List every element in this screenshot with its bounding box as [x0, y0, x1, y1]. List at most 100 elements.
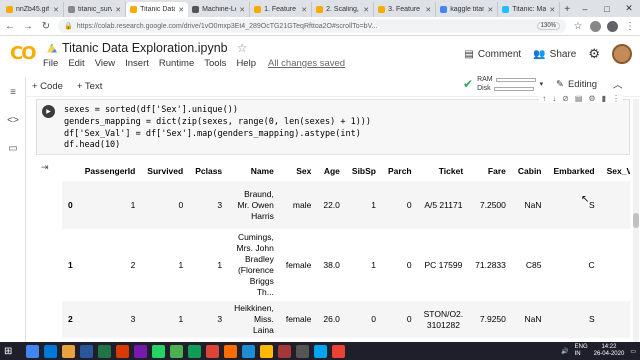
- close-icon[interactable]: ✕: [53, 6, 59, 14]
- link-icon[interactable]: ⊘: [562, 94, 569, 103]
- cell-embarked: C: [588, 259, 595, 270]
- run-cell-button[interactable]: ▶: [42, 105, 55, 118]
- cell-fare: 71.2833: [475, 259, 506, 270]
- column-header: [62, 160, 79, 181]
- menu-runtime[interactable]: Runtime: [159, 58, 194, 69]
- tab-label: Titanic: Machin...: [512, 6, 547, 13]
- maximize-button[interactable]: □: [596, 0, 618, 17]
- menu-icon[interactable]: ≡: [7, 87, 19, 98]
- taskbar-app-icon[interactable]: [260, 344, 273, 358]
- menu-edit[interactable]: Edit: [68, 58, 84, 69]
- browser-menu-icon[interactable]: ⋮: [624, 21, 636, 32]
- minimize-button[interactable]: –: [574, 0, 596, 17]
- menu-tools[interactable]: Tools: [204, 58, 226, 69]
- cell-name: Braund, Mr. Owen Harris: [237, 188, 274, 221]
- save-status-link[interactable]: All changes saved: [268, 58, 345, 69]
- close-icon[interactable]: ✕: [178, 6, 184, 14]
- browser-tab[interactable]: 3. Feature Extra...✕: [374, 2, 437, 17]
- chevron-down-icon[interactable]: ▾: [540, 80, 544, 88]
- table-row: 1 2 1 1 Cumings, Mrs. John Bradley (Florence…: [62, 229, 630, 301]
- close-icon[interactable]: ✕: [115, 6, 121, 14]
- avatar[interactable]: [612, 44, 632, 64]
- taskbar-app-icon[interactable]: [296, 344, 309, 358]
- star-icon[interactable]: ☆: [237, 41, 248, 55]
- share-button[interactable]: 👥 Share: [533, 49, 576, 60]
- zoom-badge[interactable]: 130%: [536, 22, 560, 30]
- browser-tab[interactable]: Machine-Learn...✕: [188, 2, 251, 17]
- tab-label: 1. Feature Selec...: [264, 6, 298, 13]
- url-field[interactable]: 🔒 https://colab.research.google.com/driv…: [58, 19, 566, 33]
- reload-icon[interactable]: ↻: [40, 21, 52, 32]
- close-icon[interactable]: ✕: [363, 6, 369, 14]
- browser-tab[interactable]: Titanic: Machin...✕: [498, 2, 561, 17]
- close-icon[interactable]: ✕: [425, 6, 431, 14]
- taskbar-app-icon[interactable]: [152, 344, 165, 358]
- taskbar-app-icon[interactable]: [170, 344, 183, 358]
- taskbar-app-icon[interactable]: [242, 344, 255, 358]
- notification-icon[interactable]: ▭: [630, 348, 636, 355]
- clock[interactable]: 14:22 26-04-2020: [594, 344, 625, 358]
- cell-embarked: S: [588, 314, 595, 324]
- close-icon[interactable]: ✕: [239, 6, 245, 14]
- taskbar-app-icon[interactable]: [188, 344, 201, 358]
- star-bookmark-icon[interactable]: ☆: [572, 21, 584, 32]
- language-indicator[interactable]: ENG IN: [575, 344, 588, 358]
- close-icon[interactable]: ✕: [549, 6, 555, 14]
- browser-tab[interactable]: titanic_survival...✕: [64, 2, 127, 17]
- colab-logo[interactable]: CO: [10, 43, 36, 64]
- taskbar-app-icon[interactable]: [98, 344, 111, 358]
- browser-tab[interactable]: 1. Feature Selec...✕: [250, 2, 313, 17]
- menu-help[interactable]: Help: [236, 58, 256, 69]
- speaker-icon[interactable]: 🔊: [561, 348, 568, 355]
- menu-file[interactable]: File: [43, 58, 58, 69]
- move-down-icon[interactable]: ↓: [552, 94, 556, 103]
- chevron-up-icon[interactable]: ︿: [613, 77, 623, 91]
- taskbar-app-icon[interactable]: [332, 344, 345, 358]
- profile-icon[interactable]: [607, 20, 618, 32]
- extension-icon[interactable]: [590, 20, 601, 32]
- taskbar-app-icon[interactable]: [26, 344, 39, 358]
- editing-mode-button[interactable]: ✎ Editing ︿: [556, 77, 623, 92]
- taskbar-app-icon[interactable]: [44, 344, 57, 358]
- move-up-icon[interactable]: ↑: [542, 94, 546, 103]
- add-text-button[interactable]: + Text: [77, 81, 102, 92]
- taskbar-app-icon[interactable]: [206, 344, 219, 358]
- new-tab-button[interactable]: +: [560, 2, 574, 17]
- close-window-button[interactable]: ✕: [618, 0, 640, 17]
- folder-icon[interactable]: ▭: [7, 143, 19, 154]
- start-icon[interactable]: ⊞: [4, 346, 16, 357]
- scrollbar[interactable]: [633, 99, 639, 342]
- more-icon[interactable]: ⋮: [612, 94, 620, 103]
- browser-tab[interactable]: kaggle titanic d...✕: [436, 2, 499, 17]
- taskbar-app-icon[interactable]: [224, 344, 237, 358]
- add-code-button[interactable]: + Code: [32, 81, 63, 92]
- close-icon[interactable]: ✕: [301, 6, 307, 14]
- scrollbar-thumb[interactable]: [633, 213, 639, 228]
- menu-insert[interactable]: Insert: [125, 58, 149, 69]
- code-cell[interactable]: ▶ sexes = sorted(df['Sex'].unique()) gend…: [36, 94, 630, 155]
- back-icon[interactable]: ←: [4, 21, 16, 32]
- close-icon[interactable]: ✕: [487, 6, 493, 14]
- delete-icon[interactable]: ▮: [602, 94, 606, 103]
- taskbar-app-icon[interactable]: [314, 344, 327, 358]
- cell-passengerid: 1: [130, 199, 136, 210]
- taskbar-app-icon[interactable]: [278, 344, 291, 358]
- code-editor[interactable]: sexes = sorted(df['Sex'].unique()) gender…: [64, 105, 371, 152]
- taskbar-app-icon[interactable]: [134, 344, 147, 358]
- forward-icon[interactable]: →: [22, 21, 34, 32]
- code-snippets-icon[interactable]: <>: [7, 115, 19, 126]
- settings-cell-icon[interactable]: ⚙: [588, 94, 595, 103]
- taskbar-app-icon[interactable]: [80, 344, 93, 358]
- browser-tab[interactable]: Titanic Data...✕: [126, 2, 189, 17]
- browser-tab[interactable]: nnZb45.gif (GIF...✕: [2, 2, 65, 17]
- comment-cell-icon[interactable]: ▤: [575, 94, 583, 103]
- menu-view[interactable]: View: [95, 58, 115, 69]
- notebook-title-text[interactable]: Titanic Data Exploration.ipynb: [62, 41, 228, 55]
- taskbar-app-icon[interactable]: [116, 344, 129, 358]
- gear-icon[interactable]: ⚙: [588, 46, 600, 62]
- comment-button[interactable]: ▤ Comment: [464, 49, 521, 60]
- taskbar-app-icon[interactable]: [62, 344, 75, 358]
- ram-disk-indicator[interactable]: ✔ RAM Disk ▾: [463, 75, 543, 93]
- browser-tab[interactable]: 2. Scaling, Norm...✕: [312, 2, 375, 17]
- output-icon[interactable]: ⇥: [41, 162, 49, 173]
